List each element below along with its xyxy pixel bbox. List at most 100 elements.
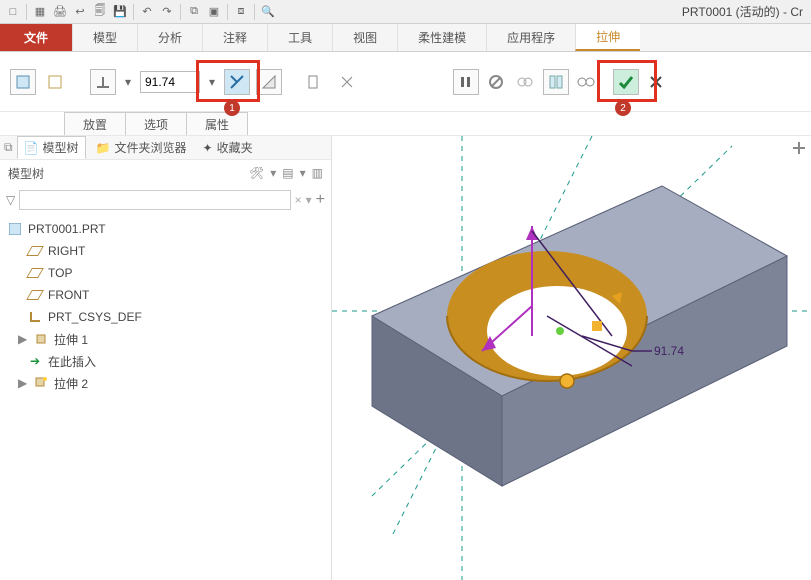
tree-node-extrude1[interactable]: ▶ 拉伸 1 — [0, 328, 331, 350]
document-title: PRT0001 (活动的) - Cr — [682, 3, 803, 20]
ok-button[interactable] — [613, 69, 639, 95]
surface-mode-icon[interactable] — [42, 69, 68, 95]
tab-extrude[interactable]: 拉伸 — [575, 24, 640, 51]
tree-node-right[interactable]: RIGHT — [0, 240, 331, 262]
separator — [26, 4, 27, 20]
extrude-active-icon — [34, 376, 48, 390]
tree-display-icon[interactable]: ▥ — [312, 166, 323, 180]
dash-tab-options[interactable]: 选项 — [125, 112, 187, 135]
tree-settings-icon[interactable]: ▤ — [282, 166, 293, 180]
side-tab-favorites[interactable]: ✦ 收藏夹 — [197, 137, 259, 158]
node-label: PRT0001.PRT — [28, 222, 106, 236]
cancel-button[interactable] — [643, 69, 669, 95]
qat-copy-icon[interactable]: 🗐 — [91, 3, 109, 21]
depth-dropdown2-icon[interactable]: ▾ — [206, 69, 218, 95]
tab-flex[interactable]: 柔性建模 — [397, 24, 486, 51]
thicken-icon[interactable] — [302, 69, 328, 95]
verify-icon[interactable] — [513, 69, 539, 95]
separator — [227, 4, 228, 20]
tree-header: 模型树 🛠 ▾ ▤ ▾ ▥ — [0, 160, 331, 186]
side-panel: ⧉ 📄 模型树 📁 文件夹浏览器 ✦ 收藏夹 模型树 🛠 ▾ ▤ ▾ ▥ ▽ — [0, 136, 332, 580]
flip-material-side-icon[interactable] — [256, 69, 282, 95]
datum-plane-icon — [28, 268, 42, 278]
datum-plane-icon — [28, 246, 42, 256]
tree-toggle-icon[interactable]: ⧉ — [4, 140, 13, 155]
clear-filter-icon[interactable]: × — [295, 193, 302, 207]
qat-search-icon[interactable]: 🔍 — [259, 3, 277, 21]
node-label: PRT_CSYS_DEF — [48, 310, 142, 324]
side-tab-model-tree[interactable]: 📄 模型树 — [17, 136, 86, 159]
separator — [180, 4, 181, 20]
chevron-down-icon[interactable]: ▾ — [300, 166, 306, 180]
model-canvas: 91.74 — [332, 136, 811, 580]
tab-annotate[interactable]: 注释 — [202, 24, 267, 51]
star-icon: ✦ — [203, 141, 213, 155]
tree-node-csys[interactable]: PRT_CSYS_DEF — [0, 306, 331, 328]
tab-file[interactable]: 文件 — [0, 24, 72, 51]
attach-icon[interactable] — [543, 69, 569, 95]
add-icon[interactable]: + — [316, 191, 325, 209]
chevron-down-icon[interactable]: ▾ — [306, 193, 312, 207]
node-label: RIGHT — [48, 244, 85, 258]
filter-icon[interactable]: ▽ — [6, 193, 15, 207]
qat-close-icon[interactable]: ⧈ — [232, 3, 250, 21]
separator — [254, 4, 255, 20]
qat-regen-icon[interactable]: ⧉ — [185, 3, 203, 21]
node-label: TOP — [48, 266, 72, 280]
node-label: 拉伸 1 — [54, 331, 88, 348]
qat-reload-icon[interactable]: ↩ — [71, 3, 89, 21]
node-label: FRONT — [48, 288, 89, 302]
expand-icon[interactable]: ▶ — [18, 376, 28, 390]
extrude-icon — [34, 333, 48, 345]
chevron-down-icon[interactable]: ▾ — [270, 166, 276, 180]
qat-new-icon[interactable]: □ — [4, 3, 22, 21]
tab-model[interactable]: 模型 — [72, 24, 137, 51]
node-label: 在此插入 — [48, 353, 96, 370]
qat-print-icon[interactable]: 🖨 — [51, 3, 69, 21]
remove-material-icon[interactable] — [224, 69, 250, 95]
csys-icon — [28, 310, 42, 324]
qat-window-icon[interactable]: ▣ — [205, 3, 223, 21]
depth-annotation: 91.74 — [654, 344, 684, 358]
tree-tools: 🛠 ▾ ▤ ▾ ▥ — [249, 166, 323, 180]
tree-node-insert-here[interactable]: ➔ 在此插入 — [0, 350, 331, 372]
glasses-icon[interactable] — [573, 69, 599, 95]
solid-mode-icon[interactable] — [10, 69, 36, 95]
tree-root[interactable]: PRT0001.PRT — [0, 218, 331, 240]
depth-input[interactable] — [140, 71, 200, 93]
quick-access-toolbar: □ ▦ 🖨 ↩ 🗐 💾 ↶ ↷ ⧉ ▣ ⧈ 🔍 — [4, 3, 682, 21]
tab-app[interactable]: 应用程序 — [486, 24, 575, 51]
pause-icon[interactable] — [453, 69, 479, 95]
qat-redo-icon[interactable]: ↷ — [158, 3, 176, 21]
expand-icon[interactable]: ▶ — [18, 332, 28, 346]
model-tree: PRT0001.PRT RIGHT TOP FRONT PRT_CSYS_DEF… — [0, 214, 331, 580]
tab-view[interactable]: 视图 — [332, 24, 397, 51]
flip-thicken-icon[interactable] — [334, 69, 360, 95]
tab-tools[interactable]: 工具 — [267, 24, 332, 51]
tree-node-front[interactable]: FRONT — [0, 284, 331, 306]
tab-analysis[interactable]: 分析 — [137, 24, 202, 51]
separator — [133, 4, 134, 20]
qat-open-icon[interactable]: ▦ — [31, 3, 49, 21]
side-tab-label: 收藏夹 — [217, 139, 253, 156]
side-tab-label: 模型树 — [43, 139, 79, 156]
tree-filter-row: ▽ × ▾ + — [0, 186, 331, 214]
ribbon-tabs: 文件 模型 分析 注释 工具 视图 柔性建模 应用程序 拉伸 — [0, 24, 811, 52]
qat-undo-icon[interactable]: ↶ — [138, 3, 156, 21]
title-bar: □ ▦ 🖨 ↩ 🗐 💾 ↶ ↷ ⧉ ▣ ⧈ 🔍 PRT0001 (活动的) - … — [0, 0, 811, 24]
tree-tools-icon[interactable]: 🛠 — [249, 166, 264, 180]
tree-node-extrude2[interactable]: ▶ 拉伸 2 — [0, 372, 331, 394]
graphics-viewport[interactable]: 91.74 — [332, 136, 811, 580]
tree-title: 模型树 — [8, 165, 44, 182]
no-preview-icon[interactable] — [483, 69, 509, 95]
side-tab-label: 文件夹浏览器 — [115, 139, 187, 156]
model-tree-icon: 📄 — [24, 141, 39, 155]
dash-tab-properties[interactable]: 属性 — [186, 112, 248, 135]
dash-tab-placement[interactable]: 放置 — [64, 112, 126, 135]
tree-filter-input[interactable] — [19, 190, 290, 210]
depth-type-icon[interactable] — [90, 69, 116, 95]
depth-dropdown-icon[interactable]: ▾ — [122, 69, 134, 95]
side-tab-folder-browser[interactable]: 📁 文件夹浏览器 — [90, 137, 193, 158]
qat-save-icon[interactable]: 💾 — [111, 3, 129, 21]
tree-node-top[interactable]: TOP — [0, 262, 331, 284]
